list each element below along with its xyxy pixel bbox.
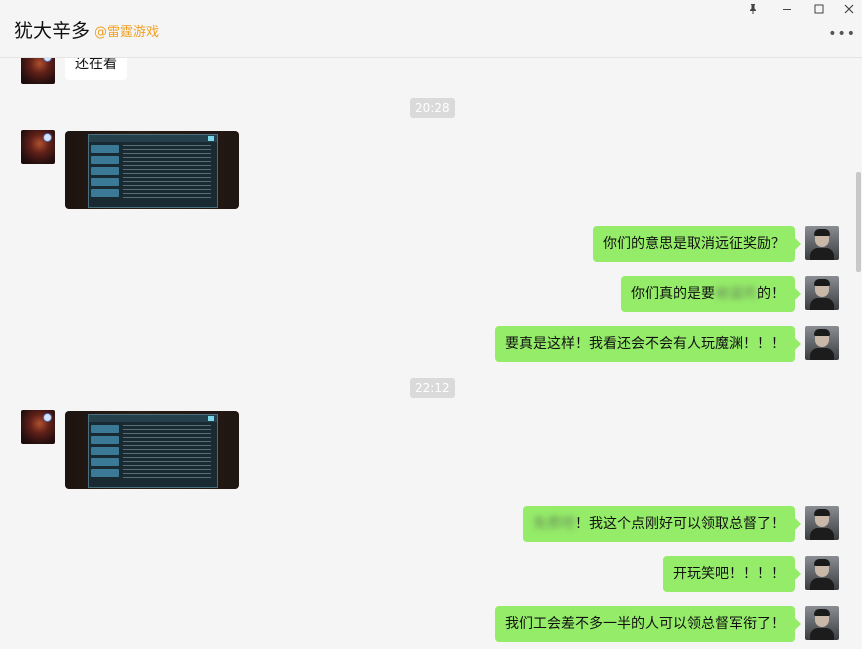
minimize-icon[interactable] <box>776 2 798 20</box>
scrollbar[interactable] <box>856 172 861 272</box>
avatar[interactable] <box>805 326 839 360</box>
timestamp: 22:12 <box>410 378 455 398</box>
avatar[interactable] <box>805 606 839 640</box>
avatar[interactable] <box>805 556 839 590</box>
incoming-message[interactable]: 还在看 <box>65 58 127 80</box>
message-text: 你们真的是要 <box>631 286 715 302</box>
avatar[interactable] <box>805 276 839 310</box>
avatar[interactable] <box>21 130 55 164</box>
outgoing-message[interactable]: 开玩笑吧！！！！ <box>663 556 801 592</box>
chat-title: 犹大辛多 <box>14 20 91 42</box>
avatar[interactable] <box>21 410 55 444</box>
close-icon[interactable] <box>838 2 860 20</box>
avatar[interactable] <box>805 226 839 260</box>
message-text: 的！ <box>757 286 785 302</box>
outgoing-message[interactable]: 要真是这样！我看还会不会有人玩魔渊！！！ <box>495 326 801 362</box>
pin-icon[interactable] <box>742 2 764 20</box>
avatar[interactable] <box>805 506 839 540</box>
blurred-text: 被逼死 <box>715 286 757 302</box>
outgoing-message[interactable]: 你们的意思是取消远征奖励？ <box>593 226 801 262</box>
message-text: ！我这个点刚好可以领取总督了！ <box>575 516 785 532</box>
avatar[interactable] <box>21 58 55 84</box>
image-message[interactable] <box>65 131 239 209</box>
image-message[interactable] <box>65 411 239 489</box>
blurred-text: 免费吧 <box>533 516 575 532</box>
outgoing-message[interactable]: 免费吧！我这个点刚好可以领取总督了！ <box>523 506 801 542</box>
outgoing-message[interactable]: 你们真的是要被逼死的！ <box>621 276 801 312</box>
chat-subtitle: @雷霆游戏 <box>94 25 160 40</box>
message-list[interactable]: 还在看 20:28 你们的意思是取消远征奖励？ 你们真的是要被逼死的！ 要真是这… <box>0 58 862 649</box>
outgoing-message[interactable]: 我们工会差不多一半的人可以领总督军衔了！ <box>495 606 801 642</box>
timestamp: 20:28 <box>410 98 455 118</box>
chat-header: 犹大辛多 @雷霆游戏 ••• <box>0 0 862 58</box>
maximize-icon[interactable] <box>808 2 830 20</box>
more-icon[interactable]: ••• <box>828 26 856 42</box>
